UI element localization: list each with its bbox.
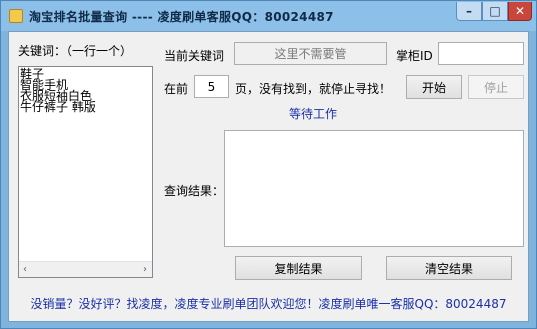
scroll-left-icon[interactable]: ‹	[23, 264, 27, 275]
window-title: 淘宝排名批量查询 ---- 凌度刷单客服QQ：80024487	[29, 10, 334, 24]
current-keyword-label: 当前关键词	[164, 49, 225, 63]
scroll-right-icon[interactable]: ›	[143, 264, 147, 275]
app-window: 淘宝排名批量查询 ---- 凌度刷单客服QQ：80024487 – □ ✕ 关键…	[0, 0, 537, 329]
start-button[interactable]: 开始	[406, 75, 462, 99]
title-bar[interactable]: 淘宝排名批量查询 ---- 凌度刷单客服QQ：80024487 – □ ✕	[1, 1, 536, 31]
footer-ad-text: 没销量？没好评？找凌度，凌度专业刷单团队欢迎您！凌度刷单唯一客服QQ：80024…	[30, 297, 507, 311]
close-button[interactable]: ✕	[508, 2, 532, 21]
minimize-icon: –	[466, 4, 472, 18]
client-area: 关键词：（一行一个） 鞋子 智能手机 衣服短袖白色 牛仔裤子 韩版 ‹ › 当前…	[8, 31, 529, 322]
maximize-button[interactable]: □	[482, 2, 508, 21]
results-textarea[interactable]	[224, 130, 524, 247]
clear-results-button[interactable]: 清空结果	[386, 256, 512, 280]
app-icon	[9, 9, 23, 23]
stop-button[interactable]: 停止	[468, 75, 524, 99]
keywords-items: 鞋子 智能手机 衣服短袖白色 牛仔裤子 韩版	[19, 67, 152, 113]
close-icon: ✕	[514, 4, 526, 18]
pages-prefix-label: 在前	[164, 82, 189, 96]
keyword-line: 牛仔裤子 韩版	[20, 100, 96, 114]
keywords-label: 关键词：（一行一个）	[18, 44, 133, 58]
minimize-button[interactable]: –	[456, 2, 482, 21]
pages-suffix-label: 页，没有找到，就停止寻找！	[235, 82, 392, 96]
pages-input[interactable]: 5	[194, 75, 229, 98]
maximize-icon: □	[489, 4, 501, 18]
copy-results-button[interactable]: 复制结果	[235, 256, 362, 280]
keywords-textarea[interactable]: 鞋子 智能手机 衣服短袖白色 牛仔裤子 韩版 ‹ ›	[18, 66, 153, 278]
shop-id-label: 掌柜ID	[396, 49, 433, 63]
results-label: 查询结果：	[164, 184, 225, 198]
status-text: 等待工作	[289, 107, 338, 121]
shop-id-input[interactable]	[438, 42, 524, 65]
horizontal-scrollbar[interactable]: ‹ ›	[19, 261, 152, 277]
current-keyword-field: 这里不需要管	[234, 42, 387, 65]
